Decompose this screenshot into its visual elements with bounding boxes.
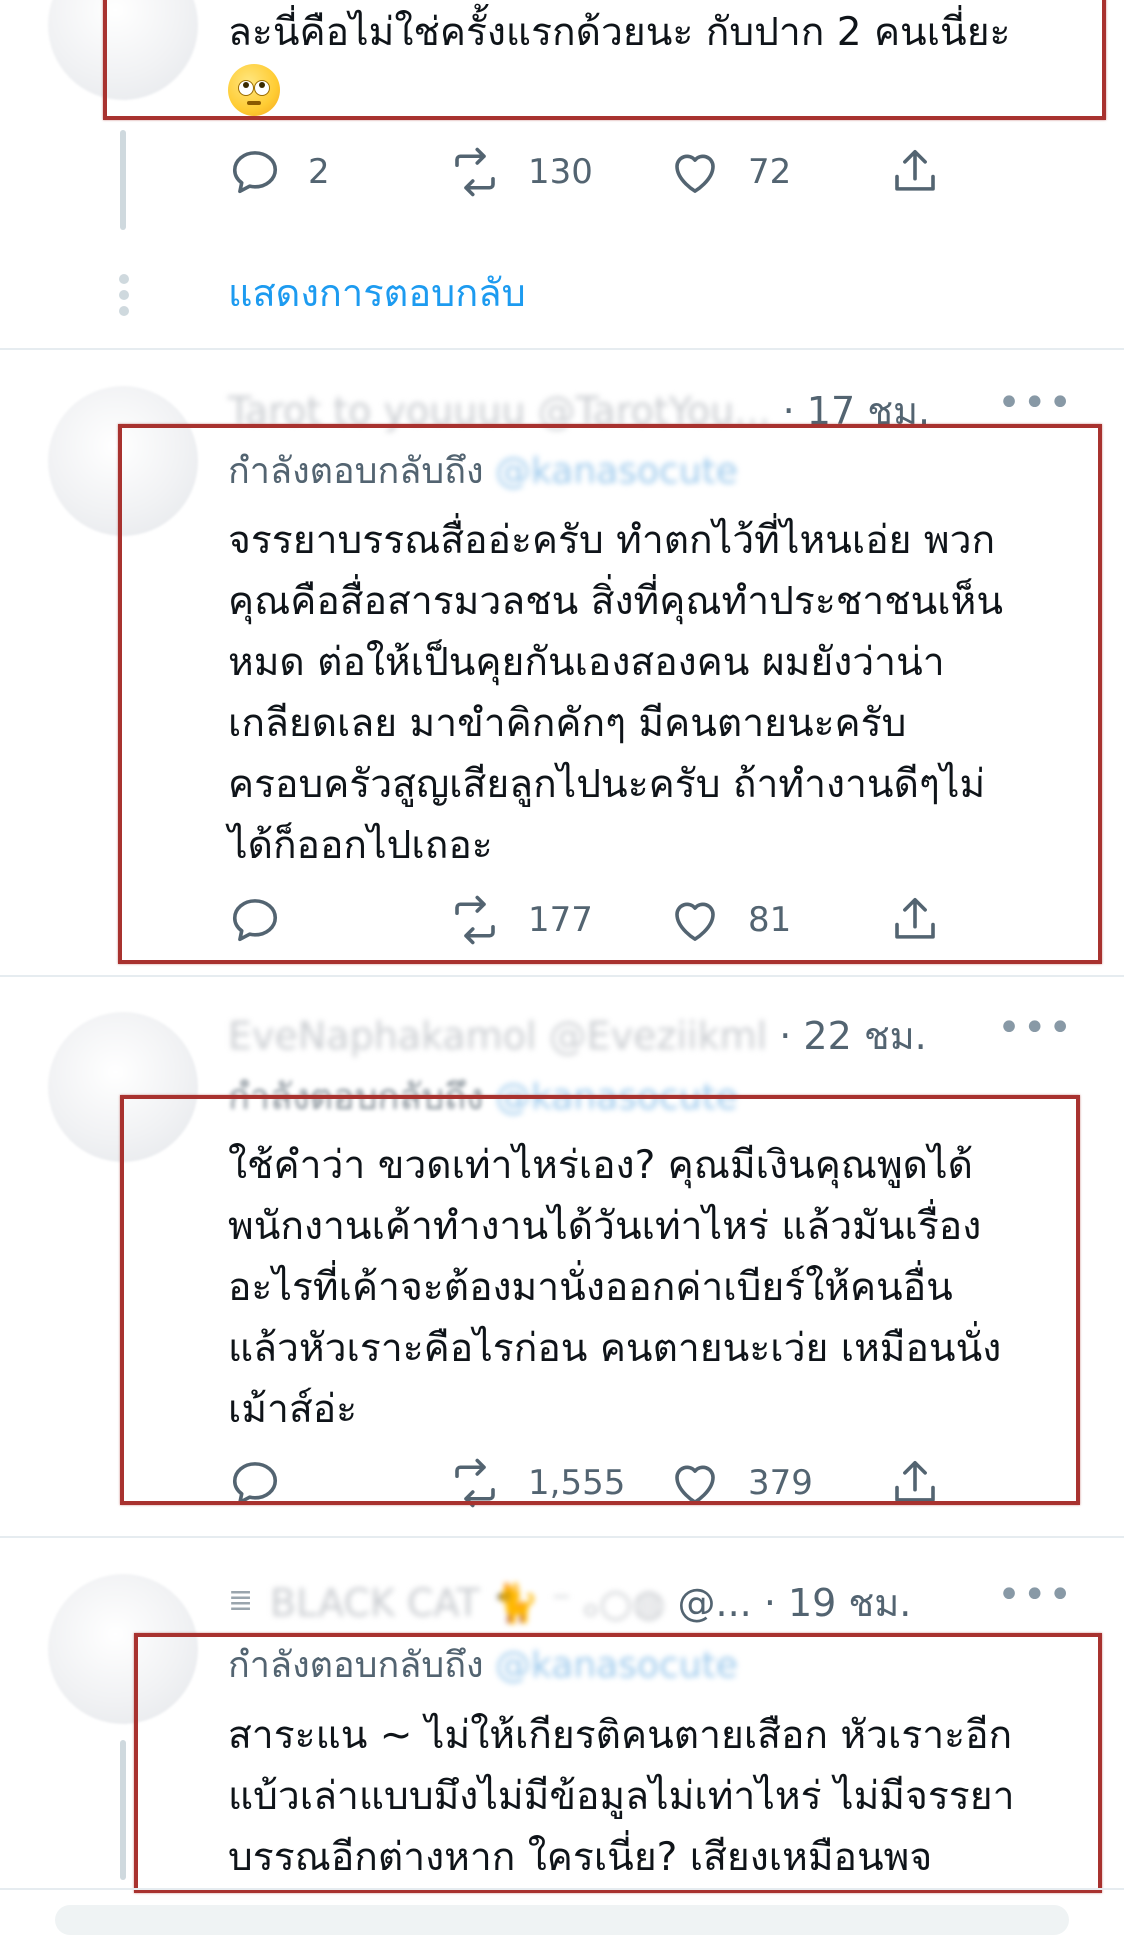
divider	[0, 975, 1124, 977]
divider	[0, 348, 1124, 350]
retweet-button[interactable]: 130	[448, 145, 593, 199]
highlight-box	[134, 1633, 1102, 1893]
list-icon: ≣	[228, 1583, 254, 1618]
tweet-time[interactable]: · 22 ชม.	[779, 1014, 927, 1058]
thread-line	[120, 130, 126, 230]
reply-button[interactable]: 2	[228, 145, 330, 199]
display-name[interactable]: EveNaphakamol	[228, 1014, 537, 1058]
tweet-header: BLACK CAT 🐈 ⁻ ₒ○◍ @... · 19 ชม.	[270, 1572, 911, 1633]
highlight-box	[118, 424, 1102, 964]
like-button[interactable]: 72	[668, 145, 791, 199]
thread-line	[120, 1740, 126, 1880]
thread-dots	[119, 268, 129, 322]
highlight-box	[103, 0, 1106, 120]
compose-bar[interactable]	[55, 1905, 1069, 1935]
user-handle[interactable]: @Eveziikml	[549, 1014, 768, 1058]
tweet-time[interactable]: · 19 ชม.	[764, 1581, 912, 1625]
user-handle[interactable]: @...	[678, 1581, 752, 1625]
more-options-button[interactable]: •••	[997, 1572, 1074, 1618]
divider	[0, 1888, 1124, 1890]
heart-icon	[675, 154, 715, 193]
share-button[interactable]	[888, 145, 942, 199]
retweet-count: 130	[528, 152, 593, 192]
like-count: 72	[748, 152, 792, 192]
highlight-box	[120, 1095, 1080, 1505]
show-replies-link[interactable]: แสดงการตอบกลับ	[228, 262, 526, 323]
display-name[interactable]: BLACK CAT 🐈 ⁻ ₒ○◍	[270, 1581, 665, 1625]
retweet-icon	[455, 147, 495, 197]
more-options-button[interactable]: •••	[997, 380, 1074, 426]
reply-icon	[232, 151, 278, 194]
reply-count: 2	[308, 152, 330, 192]
share-icon	[895, 149, 935, 191]
more-options-button[interactable]: •••	[997, 1005, 1074, 1051]
divider	[0, 1536, 1124, 1538]
tweet-actions: 2 130 72	[228, 145, 968, 205]
tweet-header: EveNaphakamol @Eveziikml · 22 ชม.	[228, 1005, 927, 1066]
